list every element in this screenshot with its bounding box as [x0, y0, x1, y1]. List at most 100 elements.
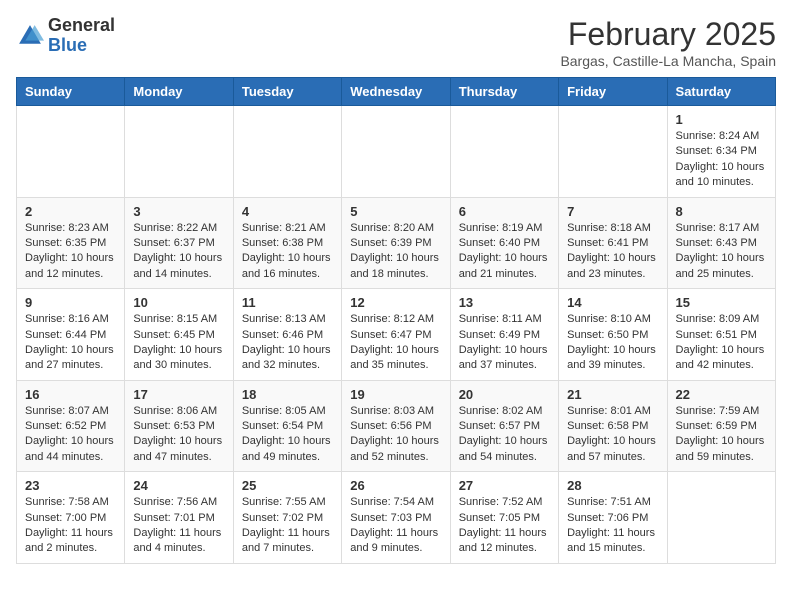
calendar-cell [559, 106, 667, 198]
calendar-body: 1Sunrise: 8:24 AM Sunset: 6:34 PM Daylig… [17, 106, 776, 564]
day-number: 23 [25, 478, 116, 493]
day-info: Sunrise: 7:55 AM Sunset: 7:02 PM Dayligh… [242, 495, 333, 557]
calendar-cell: 25 Sunrise: 7:55 AM Sunset: 7:02 PM Dayli… [233, 472, 341, 564]
day-number: 13 [459, 295, 550, 310]
calendar-cell [450, 106, 558, 198]
day-info: Sunrise: 7:58 AM Sunset: 7:00 PM Dayligh… [25, 495, 116, 557]
calendar-cell: 26 Sunrise: 7:54 AM Sunset: 7:03 PM Dayli… [342, 472, 450, 564]
day-number: 21 [567, 387, 658, 402]
day-number: 27 [459, 478, 550, 493]
calendar-cell [17, 106, 125, 198]
calendar-cell: 1Sunrise: 8:24 AM Sunset: 6:34 PM Daylig… [667, 106, 775, 198]
calendar-cell: 10 Sunrise: 8:15 AM Sunset: 6:45 PM Dayli… [125, 289, 233, 381]
calendar-cell: 13 Sunrise: 8:11 AM Sunset: 6:49 PM Dayli… [450, 289, 558, 381]
day-info: Sunrise: 8:22 AM Sunset: 6:37 PM Dayligh… [133, 221, 224, 283]
calendar-cell: 5 Sunrise: 8:20 AM Sunset: 6:39 PM Daylig… [342, 197, 450, 289]
day-number: 7 [567, 204, 658, 219]
calendar-cell: 23 Sunrise: 7:58 AM Sunset: 7:00 PM Dayli… [17, 472, 125, 564]
month-title: February 2025 [560, 16, 776, 53]
day-info: Sunrise: 8:24 AM Sunset: 6:34 PM Dayligh… [676, 129, 767, 191]
day-info: Sunrise: 8:23 AM Sunset: 6:35 PM Dayligh… [25, 221, 116, 283]
day-info: Sunrise: 7:56 AM Sunset: 7:01 PM Dayligh… [133, 495, 224, 557]
day-info: Sunrise: 7:54 AM Sunset: 7:03 PM Dayligh… [350, 495, 441, 557]
day-number: 6 [459, 204, 550, 219]
day-number: 15 [676, 295, 767, 310]
page-header: General Blue February 2025 Bargas, Casti… [16, 16, 776, 69]
calendar-cell: 14 Sunrise: 8:10 AM Sunset: 6:50 PM Dayli… [559, 289, 667, 381]
calendar-cell: 17Sunrise: 8:06 AM Sunset: 6:53 PM Dayli… [125, 380, 233, 472]
logo-icon [16, 22, 44, 50]
weekday-header-monday: Monday [125, 78, 233, 106]
calendar-cell: 6 Sunrise: 8:19 AM Sunset: 6:40 PM Daylig… [450, 197, 558, 289]
weekday-header-sunday: Sunday [17, 78, 125, 106]
calendar-cell: 21 Sunrise: 8:01 AM Sunset: 6:58 PM Dayli… [559, 380, 667, 472]
calendar-cell: 20Sunrise: 8:02 AM Sunset: 6:57 PM Dayli… [450, 380, 558, 472]
day-number: 16 [25, 387, 116, 402]
day-number: 14 [567, 295, 658, 310]
calendar-cell: 9Sunrise: 8:16 AM Sunset: 6:44 PM Daylig… [17, 289, 125, 381]
calendar-cell: 7 Sunrise: 8:18 AM Sunset: 6:41 PM Daylig… [559, 197, 667, 289]
day-info: Sunrise: 8:18 AM Sunset: 6:41 PM Dayligh… [567, 221, 658, 283]
calendar-cell [667, 472, 775, 564]
day-number: 12 [350, 295, 441, 310]
day-info: Sunrise: 8:10 AM Sunset: 6:50 PM Dayligh… [567, 312, 658, 374]
day-number: 20 [459, 387, 550, 402]
day-number: 5 [350, 204, 441, 219]
day-number: 8 [676, 204, 767, 219]
location: Bargas, Castille-La Mancha, Spain [560, 53, 776, 69]
calendar-cell: 4 Sunrise: 8:21 AM Sunset: 6:38 PM Daylig… [233, 197, 341, 289]
day-number: 2 [25, 204, 116, 219]
calendar-cell: 12 Sunrise: 8:12 AM Sunset: 6:47 PM Dayli… [342, 289, 450, 381]
day-number: 19 [350, 387, 441, 402]
day-info: Sunrise: 7:52 AM Sunset: 7:05 PM Dayligh… [459, 495, 550, 557]
calendar-cell: 3 Sunrise: 8:22 AM Sunset: 6:37 PM Daylig… [125, 197, 233, 289]
calendar-cell: 15Sunrise: 8:09 AM Sunset: 6:51 PM Dayli… [667, 289, 775, 381]
calendar-cell [125, 106, 233, 198]
calendar-week-2: 2 Sunrise: 8:23 AM Sunset: 6:35 PM Daylig… [17, 197, 776, 289]
day-info: Sunrise: 8:12 AM Sunset: 6:47 PM Dayligh… [350, 312, 441, 374]
day-number: 26 [350, 478, 441, 493]
day-number: 10 [133, 295, 224, 310]
calendar-cell: 27 Sunrise: 7:52 AM Sunset: 7:05 PM Dayli… [450, 472, 558, 564]
day-number: 17 [133, 387, 224, 402]
logo-general-text: General [48, 15, 115, 35]
calendar-cell: 22Sunrise: 7:59 AM Sunset: 6:59 PM Dayli… [667, 380, 775, 472]
day-number: 9 [25, 295, 116, 310]
calendar-cell: 28Sunrise: 7:51 AM Sunset: 7:06 PM Dayli… [559, 472, 667, 564]
day-info: Sunrise: 8:21 AM Sunset: 6:38 PM Dayligh… [242, 221, 333, 283]
weekday-header-friday: Friday [559, 78, 667, 106]
calendar-cell [233, 106, 341, 198]
day-number: 18 [242, 387, 333, 402]
logo: General Blue [16, 16, 115, 56]
day-info: Sunrise: 8:11 AM Sunset: 6:49 PM Dayligh… [459, 312, 550, 374]
day-info: Sunrise: 8:20 AM Sunset: 6:39 PM Dayligh… [350, 221, 441, 283]
calendar-cell: 8 Sunrise: 8:17 AM Sunset: 6:43 PM Daylig… [667, 197, 775, 289]
day-number: 4 [242, 204, 333, 219]
calendar-cell: 16Sunrise: 8:07 AM Sunset: 6:52 PM Dayli… [17, 380, 125, 472]
day-info: Sunrise: 8:01 AM Sunset: 6:58 PM Dayligh… [567, 404, 658, 466]
day-info: Sunrise: 8:15 AM Sunset: 6:45 PM Dayligh… [133, 312, 224, 374]
weekday-header-tuesday: Tuesday [233, 78, 341, 106]
calendar-cell: 2 Sunrise: 8:23 AM Sunset: 6:35 PM Daylig… [17, 197, 125, 289]
calendar-cell: 24 Sunrise: 7:56 AM Sunset: 7:01 PM Dayli… [125, 472, 233, 564]
calendar-cell: 18 Sunrise: 8:05 AM Sunset: 6:54 PM Dayli… [233, 380, 341, 472]
calendar-week-1: 1Sunrise: 8:24 AM Sunset: 6:34 PM Daylig… [17, 106, 776, 198]
weekday-header-wednesday: Wednesday [342, 78, 450, 106]
calendar-table: SundayMondayTuesdayWednesdayThursdayFrid… [16, 77, 776, 564]
day-number: 3 [133, 204, 224, 219]
day-number: 24 [133, 478, 224, 493]
day-info: Sunrise: 8:13 AM Sunset: 6:46 PM Dayligh… [242, 312, 333, 374]
calendar-week-5: 23 Sunrise: 7:58 AM Sunset: 7:00 PM Dayli… [17, 472, 776, 564]
day-info: Sunrise: 8:19 AM Sunset: 6:40 PM Dayligh… [459, 221, 550, 283]
weekday-header-saturday: Saturday [667, 78, 775, 106]
day-info: Sunrise: 8:05 AM Sunset: 6:54 PM Dayligh… [242, 404, 333, 466]
day-info: Sunrise: 8:03 AM Sunset: 6:56 PM Dayligh… [350, 404, 441, 466]
weekday-header-thursday: Thursday [450, 78, 558, 106]
title-block: February 2025 Bargas, Castille-La Mancha… [560, 16, 776, 69]
weekday-header-row: SundayMondayTuesdayWednesdayThursdayFrid… [17, 78, 776, 106]
day-info: Sunrise: 8:17 AM Sunset: 6:43 PM Dayligh… [676, 221, 767, 283]
day-number: 22 [676, 387, 767, 402]
calendar-cell: 11Sunrise: 8:13 AM Sunset: 6:46 PM Dayli… [233, 289, 341, 381]
logo-blue-text: Blue [48, 35, 87, 55]
day-number: 25 [242, 478, 333, 493]
